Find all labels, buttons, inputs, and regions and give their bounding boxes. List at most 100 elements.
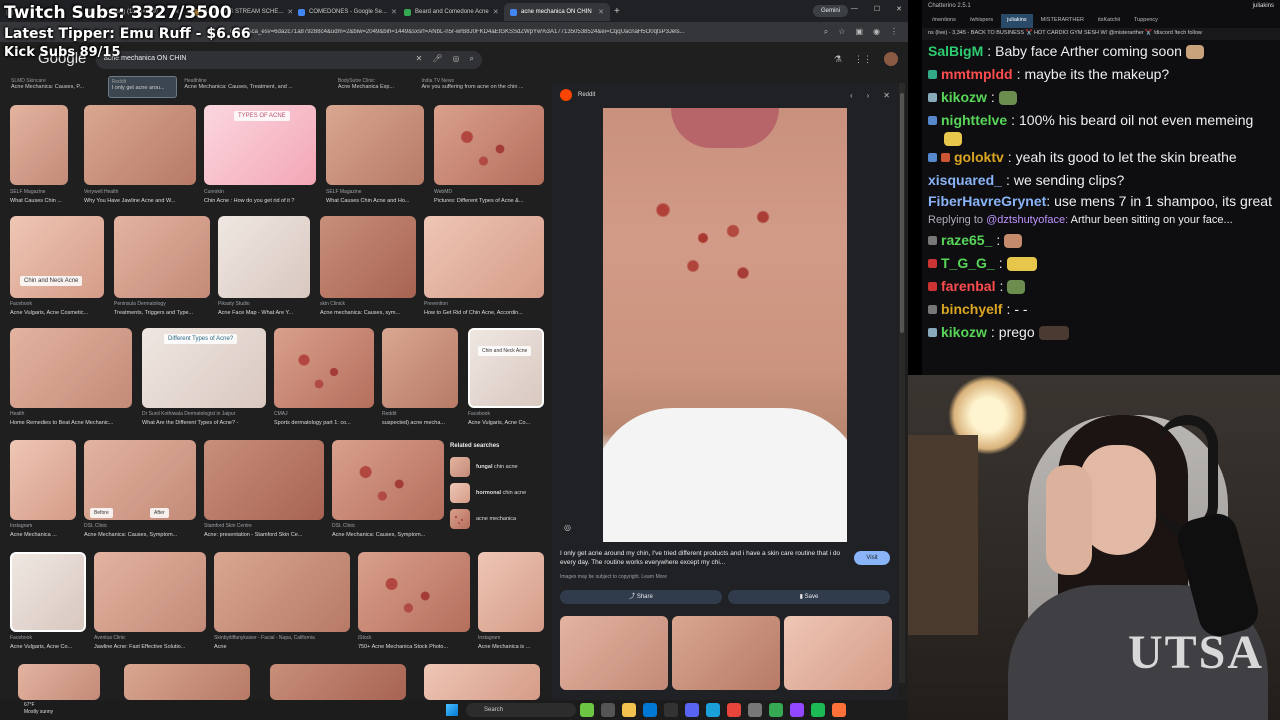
file-explorer-icon[interactable] [622,703,636,717]
url-text[interactable]: CHIN&sca_esv=6da2c71a879288c4&udm=2&biw=… [230,29,750,35]
chat-username[interactable]: xisquared_ [928,169,1002,192]
scroll-thumb[interactable] [900,93,904,333]
result-image[interactable] [10,328,132,408]
app-icon[interactable] [790,703,804,717]
next-icon[interactable]: › [867,91,870,100]
reply-context[interactable]: Replying to @dztshutyoface: Arthur been … [922,211,1280,229]
lens-icon[interactable]: ◎ [564,523,571,532]
new-tab-button[interactable]: + [614,6,620,17]
visit-button[interactable]: Visit [854,551,890,565]
browser-tab-active[interactable]: acne mechanica ON CHIN ✕ [504,3,610,21]
apps-icon[interactable]: ⋮⋮ [854,54,872,65]
result-title[interactable]: Pictures: Different Types of Acne &... [434,198,544,204]
result-chip[interactable]: BodySutre Clinic Acne Mechanica Exp... [335,76,415,98]
result-chip[interactable]: Healthline Acne Mechanica: Causes, Treatm… [181,76,330,98]
clear-icon[interactable]: ✕ [416,54,423,64]
result-image[interactable] [358,552,470,632]
close-icon[interactable]: ✕ [493,8,499,16]
result-image[interactable]: Chin and Neck Acne [468,328,544,408]
chat-username[interactable]: T_G_G_ [941,252,995,275]
app-icon[interactable] [769,703,783,717]
chat-username[interactable]: nighttelve [941,109,1007,132]
chat-tab[interactable]: /mentions [926,14,962,28]
star-icon[interactable]: ☆ [838,27,845,37]
zoom-icon[interactable]: ⌕ [824,27,828,37]
related-image[interactable] [560,616,668,690]
app-icon[interactable] [811,703,825,717]
firefox-icon[interactable] [832,703,846,717]
close-icon[interactable]: ✕ [598,8,604,16]
browser-tab[interactable]: Beard and Comedone Acne ✕ [398,3,504,21]
close-icon[interactable]: ✕ [391,8,397,16]
close-icon[interactable]: ✕ [896,5,902,13]
previous-icon[interactable]: ‹ [850,91,853,100]
scrollbar[interactable] [899,83,905,683]
result-title[interactable]: What Causes Chin Acne and Ho... [326,198,424,204]
browser-tab[interactable]: COMEDONES - Google Se... ✕ [292,3,398,21]
related-search-item[interactable]: acne mechanica [450,509,546,529]
gemini-button[interactable]: Gemini [812,5,848,17]
result-image[interactable] [10,552,86,632]
result-image[interactable] [94,552,206,632]
result-image[interactable] [382,328,458,408]
result-title[interactable]: 750+ Acne Mechanica Stock Photo... [358,644,470,650]
result-image[interactable] [10,440,76,520]
result-title[interactable]: Acne [214,644,350,650]
profile-icon[interactable]: ◉ [873,27,880,37]
camera-icon[interactable]: ◎ [453,54,460,64]
chat-username[interactable]: FiberHavreGrynet [928,193,1046,209]
save-button[interactable]: ▮ Save [728,590,890,604]
result-image[interactable]: TYPES OF ACNE [204,105,316,185]
chat-username[interactable]: goloktv [954,146,1004,169]
close-icon[interactable]: ✕ [883,91,890,100]
result-image[interactable] [434,105,544,185]
result-title[interactable]: Acne: presentation - Stamford Skin Ce... [204,532,324,538]
result-title[interactable]: Acne mechanica: Causes, sym... [320,310,416,316]
chat-username[interactable]: kikozw [941,86,987,109]
store-icon[interactable] [643,703,657,717]
microphone-icon[interactable]: 🎤︎ [432,54,442,64]
windows-start-icon[interactable] [446,704,458,716]
related-image[interactable] [672,616,780,690]
result-title[interactable]: Acne Mechanica is ... [478,644,544,650]
result-image[interactable] [204,440,324,520]
result-chip[interactable]: SLMD Skincare Acne Mechanica: Causes, P..… [8,76,104,98]
settings-icon[interactable] [748,703,762,717]
result-title[interactable]: How to Get Rid of Chin Acne, Accordin... [424,310,544,316]
obs-icon[interactable] [664,703,678,717]
result-image[interactable] [10,105,68,185]
edge-icon[interactable] [706,703,720,717]
labs-icon[interactable]: ⚗ [834,54,842,65]
share-button[interactable]: ⤴ Share [560,590,722,604]
result-image[interactable] [214,552,350,632]
maximize-icon[interactable]: ☐ [874,5,880,13]
result-image[interactable] [424,216,544,298]
chat-username[interactable]: raze65_ [941,229,992,252]
chat-username[interactable]: farenbal [941,275,995,298]
result-title[interactable]: Home Remedies to Beat Acne Mechanic... [10,420,134,426]
minimize-icon[interactable]: — [851,5,858,13]
chat-username[interactable]: kikozw [941,321,987,344]
avatar[interactable] [884,52,898,66]
result-image[interactable] [326,105,424,185]
chat-tab-active[interactable]: juliakins [1001,14,1033,28]
result-title[interactable]: Acne Vulgaris, Acne Cosmetic... [10,310,104,316]
result-image[interactable]: Different Types of Acne? [142,328,266,408]
result-image[interactable] [18,664,100,700]
result-title[interactable]: suspected) acne mecha... [382,420,458,426]
result-image[interactable] [332,440,444,520]
copilot-icon[interactable] [580,703,594,717]
preview-source[interactable]: Reddit [578,92,595,98]
chat-username[interactable]: binchyelf [941,298,1002,321]
extension-icon[interactable]: ▣ [855,27,863,37]
related-search-item[interactable]: fungal chin acne [450,457,546,477]
chat-tab[interactable]: itsKatchii [1092,14,1126,28]
chat-username[interactable]: SalBigM [928,40,983,63]
result-image[interactable]: Before After [84,440,196,520]
result-image[interactable] [424,664,540,700]
result-image[interactable] [84,105,196,185]
menu-icon[interactable]: ⋮ [890,27,898,37]
chat-tab[interactable]: Tuppency [1128,14,1164,28]
result-title[interactable]: What Are the Different Types of Acne? - [142,420,266,426]
chat-username[interactable]: mmtmpldd [941,63,1013,86]
